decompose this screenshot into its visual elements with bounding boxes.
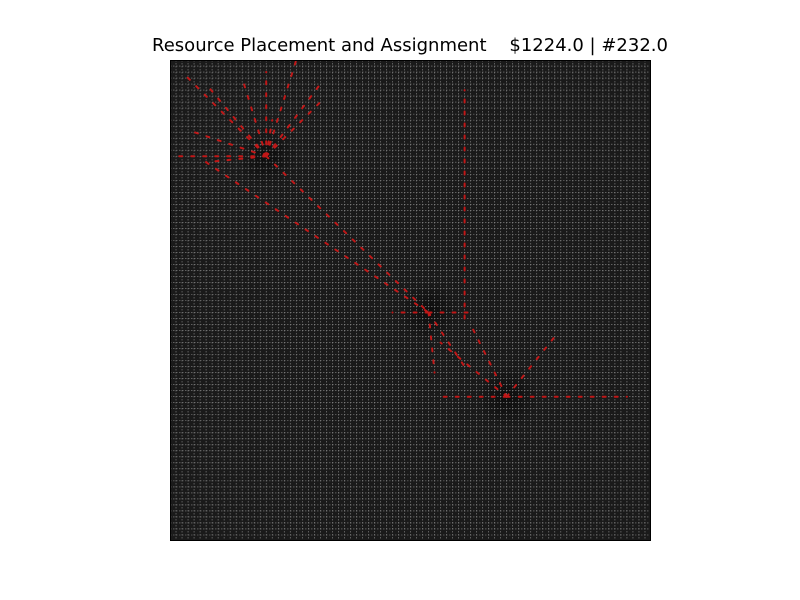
placement-grid: [170, 60, 651, 541]
chart-figure: Resource Placement and Assignment $1224.…: [0, 0, 800, 600]
grid-lines: [170, 60, 651, 541]
chart-title: Resource Placement and Assignment $1224.…: [152, 35, 668, 56]
placement-grid-svg: [170, 60, 651, 541]
